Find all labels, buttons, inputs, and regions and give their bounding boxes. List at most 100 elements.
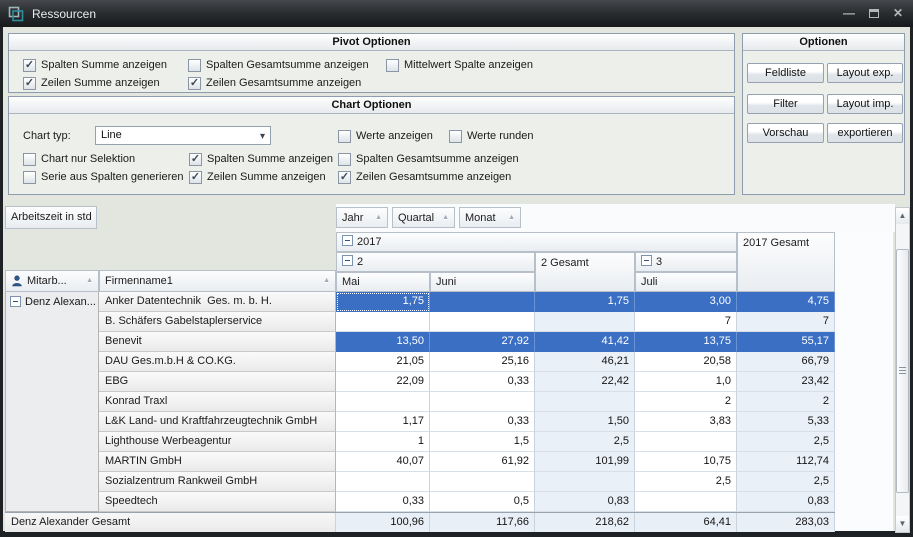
value-cell[interactable] — [635, 492, 737, 512]
checkbox-werte-anzeigen[interactable]: ✓ Werte anzeigen — [338, 129, 433, 143]
value-cell[interactable]: 2,5 — [737, 432, 835, 452]
value-cell[interactable]: 1,50 — [535, 412, 635, 432]
value-cell[interactable]: 2,5 — [737, 472, 835, 492]
value-cell[interactable]: 0,83 — [737, 492, 835, 512]
value-cell[interactable] — [336, 472, 430, 492]
value-cell[interactable]: 1,75 — [535, 292, 635, 312]
data-field-button[interactable]: Arbeitszeit in std — [5, 206, 97, 229]
row-header-cell[interactable]: L&K Land- und Kraftfahrzeugtechnik GmbH — [99, 412, 336, 432]
row-header-cell[interactable]: DAU Ges.m.b.H & CO.KG. — [99, 352, 336, 372]
col-q2-gesamt[interactable]: 2 Gesamt — [535, 252, 635, 292]
checkbox-pivot-spalten-summe[interactable]: ✓ Spalten Summe anzeigen — [23, 58, 167, 72]
value-cell[interactable]: 22,09 — [336, 372, 430, 392]
layout-import-button[interactable]: Layout imp. — [827, 94, 903, 114]
value-cell[interactable]: 21,05 — [336, 352, 430, 372]
checkbox-chart-zeilen-gesamtsumme[interactable]: ✓ Zeilen Gesamtsumme anzeigen — [338, 170, 511, 184]
value-cell[interactable]: 101,99 — [535, 452, 635, 472]
value-cell[interactable]: 2 — [737, 392, 835, 412]
value-cell[interactable]: 112,74 — [737, 452, 835, 472]
col-juni[interactable]: Juni — [430, 272, 535, 292]
value-cell[interactable]: 61,92 — [430, 452, 535, 472]
value-cell[interactable]: 7 — [737, 312, 835, 332]
value-cell[interactable]: 0,33 — [336, 492, 430, 512]
value-cell[interactable]: 2,5 — [535, 432, 635, 452]
checkbox-chart-zeilen-summe[interactable]: ✓ Zeilen Summe anzeigen — [189, 170, 326, 184]
checkbox-chart-nur-selektion[interactable]: ✓ Chart nur Selektion — [23, 152, 135, 166]
value-cell[interactable]: 13,75 — [635, 332, 737, 352]
scrollbar-thumb[interactable] — [896, 249, 909, 493]
row-header-cell[interactable]: MARTIN GmbH — [99, 452, 336, 472]
value-cell[interactable]: 1,5 — [430, 432, 535, 452]
value-cell[interactable]: 5,33 — [737, 412, 835, 432]
value-cell[interactable]: 2,5 — [635, 472, 737, 492]
value-cell[interactable]: 1 — [336, 432, 430, 452]
vertical-scrollbar[interactable]: ▲ ▼ — [895, 207, 910, 533]
checkbox-serie-aus-spalten[interactable]: ✓ Serie aus Spalten generieren — [23, 170, 183, 184]
minimize-button[interactable]: — — [843, 0, 855, 27]
col-group-q2[interactable]: 2 — [336, 252, 535, 272]
field-button-jahr[interactable]: Jahr ▲ — [336, 207, 388, 228]
col-2017-gesamt[interactable]: 2017 Gesamt — [737, 232, 835, 292]
row-header-cell[interactable]: Lighthouse Werbeagentur — [99, 432, 336, 452]
layout-export-button[interactable]: Layout exp. — [827, 63, 903, 83]
value-cell[interactable] — [430, 292, 535, 312]
exportieren-button[interactable]: exportieren — [827, 123, 903, 143]
row-header-cell[interactable]: Konrad Traxl — [99, 392, 336, 412]
value-cell[interactable] — [336, 312, 430, 332]
feldliste-button[interactable]: Feldliste — [747, 63, 824, 83]
checkbox-pivot-mittelwert[interactable]: ✓ Mittelwert Spalte anzeigen — [386, 58, 533, 72]
value-cell[interactable]: 41,42 — [535, 332, 635, 352]
checkbox-chart-spalten-gesamtsumme[interactable]: ✓ Spalten Gesamtsumme anzeigen — [338, 152, 519, 166]
value-cell[interactable]: 25,16 — [430, 352, 535, 372]
value-cell[interactable]: 7 — [635, 312, 737, 332]
col-mai[interactable]: Mai — [336, 272, 430, 292]
collapse-icon[interactable] — [641, 255, 652, 266]
value-cell[interactable] — [336, 392, 430, 412]
value-cell[interactable]: 55,17 — [737, 332, 835, 352]
value-cell[interactable] — [535, 392, 635, 412]
value-cell[interactable]: 0,33 — [430, 412, 535, 432]
col-juli[interactable]: Juli — [635, 272, 737, 292]
collapse-icon[interactable] — [10, 296, 21, 307]
field-button-monat[interactable]: Monat ▲ — [459, 207, 521, 228]
value-cell[interactable]: 2 — [635, 392, 737, 412]
close-button[interactable]: ✕ — [893, 0, 903, 27]
collapse-icon[interactable] — [342, 255, 353, 266]
row-header-cell[interactable]: B. Schäfers Gabelstaplerservice — [99, 312, 336, 332]
col-group-2017[interactable]: 2017 — [336, 232, 737, 252]
value-cell[interactable] — [535, 312, 635, 332]
maximize-button[interactable] — [869, 0, 879, 27]
vorschau-button[interactable]: Vorschau — [747, 123, 824, 143]
value-cell[interactable] — [535, 472, 635, 492]
value-cell[interactable]: 23,42 — [737, 372, 835, 392]
row-header-cell[interactable]: Speedtech — [99, 492, 336, 512]
value-cell[interactable]: 0,33 — [430, 372, 535, 392]
value-cell[interactable] — [635, 432, 737, 452]
value-cell[interactable]: 40,07 — [336, 452, 430, 472]
value-cell[interactable]: 13,50 — [336, 332, 430, 352]
value-cell[interactable]: 10,75 — [635, 452, 737, 472]
row-header-cell[interactable]: Sozialzentrum Rankweil GmbH — [99, 472, 336, 492]
checkbox-werte-runden[interactable]: ✓ Werte runden — [449, 129, 533, 143]
value-cell[interactable]: 66,79 — [737, 352, 835, 372]
field-button-firmenname[interactable]: Firmenname1 ▲ — [99, 270, 336, 292]
scroll-up-button[interactable]: ▲ — [896, 208, 909, 224]
value-cell[interactable]: 20,58 — [635, 352, 737, 372]
checkbox-chart-spalten-summe[interactable]: ✓ Spalten Summe anzeigen — [189, 152, 333, 166]
checkbox-pivot-zeilen-gesamtsumme[interactable]: ✓ Zeilen Gesamtsumme anzeigen — [188, 76, 361, 90]
value-cell[interactable] — [430, 312, 535, 332]
field-button-mitarbeiter[interactable]: Mitarb... ▲ — [5, 270, 99, 292]
value-cell[interactable]: 27,92 — [430, 332, 535, 352]
row-header-cell[interactable]: EBG — [99, 372, 336, 392]
field-button-quartal[interactable]: Quartal ▲ — [392, 207, 455, 228]
value-cell[interactable]: 0,5 — [430, 492, 535, 512]
value-cell[interactable]: 3,00 — [635, 292, 737, 312]
col-group-q3[interactable]: 3 — [635, 252, 737, 272]
value-cell[interactable]: 46,21 — [535, 352, 635, 372]
checkbox-pivot-spalten-gesamtsumme[interactable]: ✓ Spalten Gesamtsumme anzeigen — [188, 58, 369, 72]
value-cell[interactable]: 3,83 — [635, 412, 737, 432]
value-cell[interactable]: 4,75 — [737, 292, 835, 312]
checkbox-pivot-zeilen-summe[interactable]: ✓ Zeilen Summe anzeigen — [23, 76, 160, 90]
filter-button[interactable]: Filter — [747, 94, 824, 114]
row-group-denz[interactable]: Denz Alexan... — [5, 292, 99, 512]
